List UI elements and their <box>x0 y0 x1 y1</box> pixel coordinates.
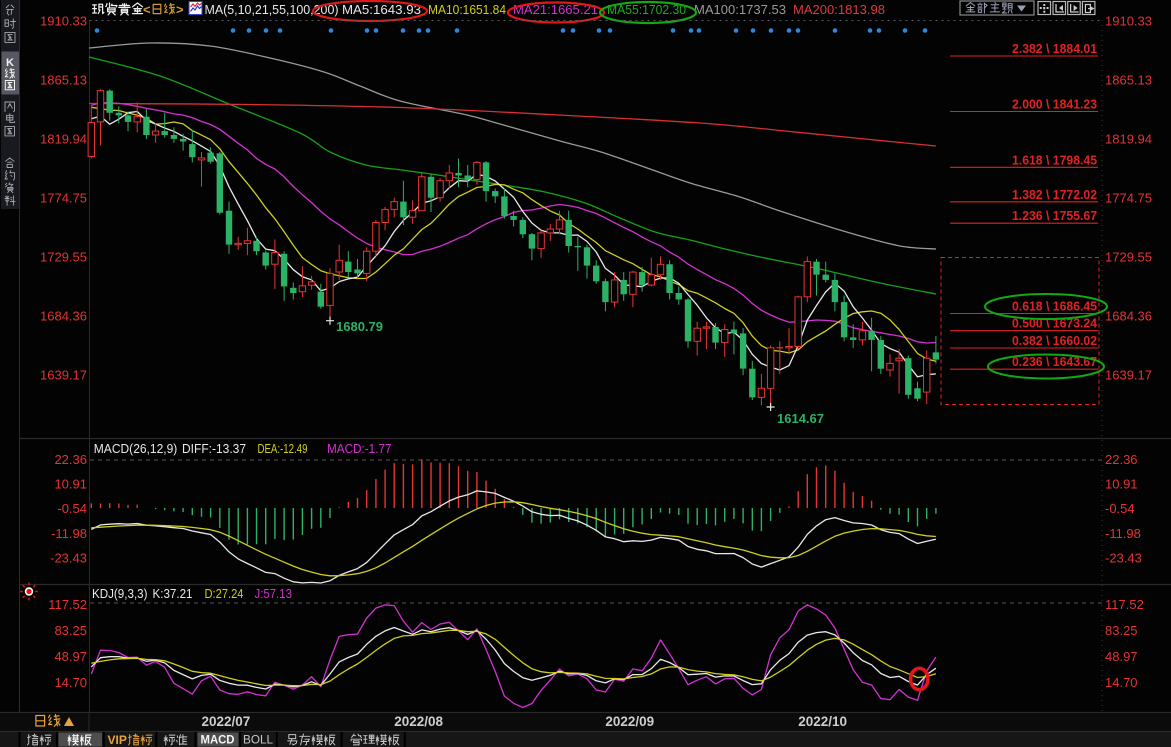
svg-text:2022/08: 2022/08 <box>394 714 443 729</box>
svg-text:MA10:1651.84: MA10:1651.84 <box>428 2 506 17</box>
svg-text:2022/07: 2022/07 <box>202 714 251 729</box>
svg-text:10.91: 10.91 <box>54 477 87 492</box>
svg-text:1774.75: 1774.75 <box>40 191 87 206</box>
svg-text:83.25: 83.25 <box>54 623 87 638</box>
svg-text:-0.54: -0.54 <box>57 501 87 516</box>
svg-text:1865.13: 1865.13 <box>40 73 87 88</box>
svg-text:1729.55: 1729.55 <box>40 250 87 265</box>
svg-text:-0.54: -0.54 <box>1105 501 1135 516</box>
svg-text:-23.43: -23.43 <box>1105 550 1142 565</box>
svg-text:1819.94: 1819.94 <box>40 132 87 147</box>
svg-text:1639.17: 1639.17 <box>40 368 87 383</box>
svg-text:22.36: 22.36 <box>54 452 87 467</box>
svg-text:K:37.21: K:37.21 <box>153 586 193 601</box>
svg-text:1865.13: 1865.13 <box>1105 73 1152 88</box>
svg-text:48.97: 48.97 <box>54 649 87 664</box>
svg-text:MACD: MACD <box>201 733 235 747</box>
svg-text:D:27.24: D:27.24 <box>205 586 244 601</box>
svg-text:117.52: 117.52 <box>1105 597 1144 612</box>
svg-text:<: < <box>143 2 151 17</box>
svg-text:0.618 \ 1686.45: 0.618 \ 1686.45 <box>1012 300 1097 314</box>
svg-text:-23.43: -23.43 <box>50 550 87 565</box>
svg-text:1774.75: 1774.75 <box>1105 191 1152 206</box>
svg-text:-11.98: -11.98 <box>1105 526 1141 541</box>
svg-text:-11.98: -11.98 <box>51 526 87 541</box>
svg-text:KDJ(9,3,3): KDJ(9,3,3) <box>92 586 148 601</box>
svg-text:1819.94: 1819.94 <box>1105 132 1152 147</box>
svg-text:MA200:1813.98: MA200:1813.98 <box>793 2 885 17</box>
svg-text:1.382 \ 1772.02: 1.382 \ 1772.02 <box>1012 188 1097 202</box>
svg-text:1684.36: 1684.36 <box>1105 309 1152 324</box>
svg-text:48.97: 48.97 <box>1105 649 1138 664</box>
svg-text:>: > <box>176 2 184 17</box>
svg-text:DIFF:-13.37: DIFF:-13.37 <box>182 441 246 456</box>
svg-text:DEA:-12.49: DEA:-12.49 <box>258 441 308 456</box>
svg-text:MACD(26,12,9): MACD(26,12,9) <box>94 441 178 456</box>
svg-text:1639.17: 1639.17 <box>1105 368 1152 383</box>
svg-text:2.382 \ 1884.01: 2.382 \ 1884.01 <box>1012 42 1097 56</box>
svg-text:1.236 \ 1755.67: 1.236 \ 1755.67 <box>1012 209 1097 223</box>
svg-text:14.70: 14.70 <box>1105 675 1138 690</box>
svg-text:VIP: VIP <box>108 733 127 747</box>
svg-text:MA100:1737.53: MA100:1737.53 <box>694 2 786 17</box>
svg-text:14.70: 14.70 <box>54 675 87 690</box>
svg-text:K: K <box>6 57 14 69</box>
svg-text:83.25: 83.25 <box>1105 623 1138 638</box>
svg-text:1910.33: 1910.33 <box>1105 14 1152 29</box>
svg-text:1729.55: 1729.55 <box>1105 250 1152 265</box>
svg-text:0.382 \ 1660.02: 0.382 \ 1660.02 <box>1012 334 1097 348</box>
svg-text:2022/09: 2022/09 <box>605 714 654 729</box>
svg-text:BOLL: BOLL <box>243 733 273 747</box>
svg-text:117.52: 117.52 <box>48 597 87 612</box>
svg-text:1910.33: 1910.33 <box>40 14 87 29</box>
svg-text:1.618 \ 1798.45: 1.618 \ 1798.45 <box>1012 153 1097 167</box>
svg-text:1614.67: 1614.67 <box>777 411 824 426</box>
svg-text:MACD:-1.77: MACD:-1.77 <box>327 441 392 456</box>
svg-text:2022/10: 2022/10 <box>798 714 847 729</box>
svg-text:1684.36: 1684.36 <box>40 309 87 324</box>
svg-text:J:57.13: J:57.13 <box>255 586 293 601</box>
svg-text:10.91: 10.91 <box>1105 477 1138 492</box>
svg-text:1680.79: 1680.79 <box>336 319 383 334</box>
svg-text:22.36: 22.36 <box>1105 452 1138 467</box>
svg-text:2.000 \ 1841.23: 2.000 \ 1841.23 <box>1012 98 1097 112</box>
